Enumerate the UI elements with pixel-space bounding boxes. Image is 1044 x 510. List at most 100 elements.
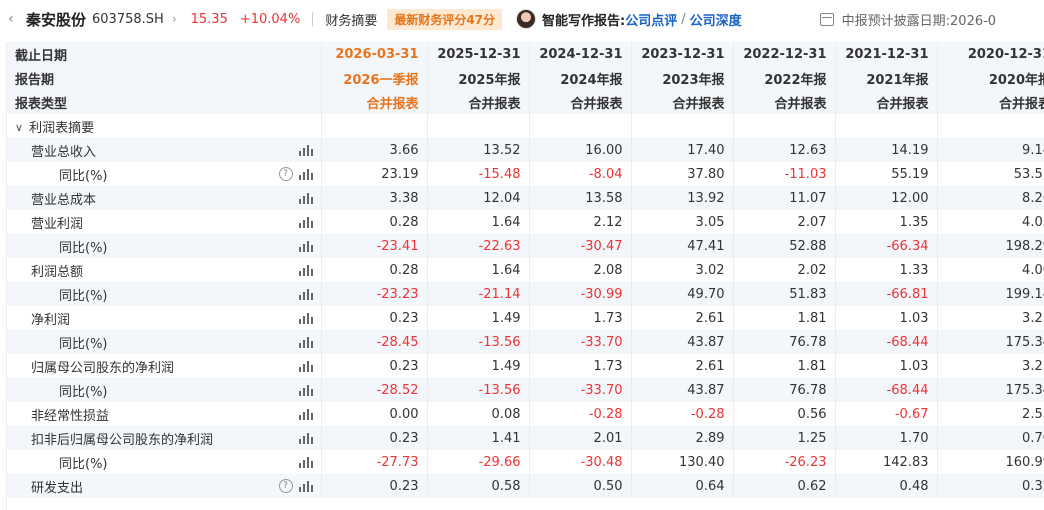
row-label-cell: 营业总收入 [7,138,321,162]
value-cell: 1.49 [426,354,529,378]
value-cell: 1.03 [834,306,937,330]
row-label-cell: 同比(%)? [7,162,321,186]
section-empty-cell [426,114,529,138]
value-cell: 142.83 [834,450,937,474]
bar-chart-icon[interactable] [298,144,313,156]
column-header-type: 合并报表 [528,90,631,114]
column-header-period: 2024年报 [528,66,631,90]
table-row[interactable]: 同比(%) -28.52 -13.56 -33.70 43.87 76.78 -68.44 1… [7,378,1044,402]
help-icon[interactable]: ? [278,479,293,493]
value-cell: 13.58 [528,186,631,210]
bar-chart-icon[interactable] [298,408,313,420]
company-review-link[interactable]: 公司点评 [625,10,677,29]
bar-chart-icon[interactable] [298,288,313,300]
value-cell: 13.52 [426,138,529,162]
chevron-down-icon[interactable]: ∨ [15,121,23,134]
table-row[interactable]: 营业利润 0.281.642.123.052.071.354.03 [7,210,1044,234]
table-row[interactable]: 同比(%)? 23.19 -15.48 -8.04 37.80 -11.03 55.19 53… [7,162,1044,186]
table-row[interactable]: 非经常性损益0.000.08-0.28-0.280.56-0.672.55 [7,402,1044,426]
table-row[interactable]: 归属母公司股东的净利润 0.231.491.732.611.811.033.25 [7,354,1044,378]
bar-chart-icon[interactable] [298,384,313,396]
chevron-right-icon[interactable]: › [172,12,177,26]
bar-chart-icon[interactable] [298,240,313,252]
financial-summary-panel: 截止日期 2026-03-31 2025-12-31 2024-12-31 2023-1… [6,42,1044,510]
value-cell: 16.00 [528,138,631,162]
value-cell: 2.55 [936,402,1044,426]
row-icons [298,384,313,396]
bar-chart-icon[interactable] [298,216,313,228]
bar-chart-icon[interactable] [298,312,313,324]
value-cell: 43.87 [630,378,733,402]
row-icons [298,240,313,252]
bar-chart-icon[interactable] [298,192,313,204]
bar-chart-icon[interactable] [298,480,313,492]
table-row[interactable]: 利润总额 0.281.642.083.022.021.334.00 [7,258,1044,282]
row-icons [298,144,313,156]
value-cell: 76.78 [732,378,835,402]
value-cell: 12.04 [426,186,529,210]
value-cell: 0.56 [732,402,835,426]
bar-chart-icon[interactable] [298,336,313,348]
divider [312,12,314,26]
value-cell: 198.29 [936,234,1044,258]
row-icons [298,264,313,276]
value-cell: 47.41 [630,234,733,258]
bar-chart-icon[interactable] [298,168,313,180]
value-cell: 2.02 [732,258,835,282]
table-row[interactable]: 同比(%) -28.45 -13.56 -33.70 43.87 76.78 -68.44 1… [7,330,1044,354]
back-arrow-icon[interactable]: ‹ [8,11,24,27]
value-cell: -33.70 [528,330,631,354]
column-header-type: 合并报表 [630,90,733,114]
value-cell: 130.40 [630,450,733,474]
table-row[interactable]: 营业总成本 3.3812.0413.5813.9211.0712.008.26 [7,186,1044,210]
row-label-cell: 同比(%) [7,378,321,402]
value-cell: 199.14 [936,282,1044,306]
value-cell: 1.03 [834,354,937,378]
table-row[interactable]: 同比(%) -23.23 -21.14 -30.99 49.70 51.83 -66.81 1… [7,282,1044,306]
help-icon[interactable]: ? [278,167,293,181]
column-header-type: 合并报表 [320,90,427,114]
value-cell: -66.34 [834,234,937,258]
table-row[interactable]: 营业总收入 3.6613.5216.0017.4012.6314.199.14 [7,138,1044,162]
row-label: 同比(%) [59,336,108,352]
financial-score-badge[interactable]: 最新财务评分47分 [387,8,503,30]
row-label-cell: 同比(%) [7,450,321,474]
header-label: 报告期 [7,66,321,90]
value-cell: 0.58 [426,474,529,498]
table-row[interactable]: 扣非后归属母公司股东的净利润 0.23 1.41 2.01 2.89 1.25 1.70 0.… [7,426,1044,450]
table-row[interactable]: 净利润 0.231.491.732.611.811.033.25 [7,306,1044,330]
table-row[interactable]: 同比(%) -23.41 -22.63 -30.47 47.41 52.88 -66.34 1… [7,234,1044,258]
row-label: 同比(%) [59,288,108,304]
value-cell: 37.80 [630,162,733,186]
row-icons [298,408,313,420]
value-cell: -30.47 [528,234,631,258]
value-cell: 55.19 [834,162,937,186]
table-row[interactable]: 研发支出?0.230.580.500.640.620.480.32 [7,474,1044,498]
row-label-cell: 同比(%) [7,282,321,306]
row-label: 营业总成本 [31,192,97,208]
header-label: 报表类型 [7,90,321,114]
section-empty-cell [732,114,835,138]
value-cell: 0.23 [320,474,427,498]
bar-chart-icon[interactable] [298,264,313,276]
column-header-date: 2025-12-31 [426,42,529,66]
bar-chart-icon[interactable] [298,432,313,444]
bar-chart-icon[interactable] [298,360,313,372]
value-cell: 12.63 [732,138,835,162]
section-row[interactable]: ∨ 利润表摘要 [7,114,1044,138]
tab-financial-summary[interactable]: 财务摘要 [325,10,377,29]
bar-chart-icon[interactable] [298,456,313,468]
column-header-period: 2022年报 [732,66,835,90]
table-row[interactable]: 同比(%) -27.73 -29.66 -30.48 130.40 -26.23 142.8… [7,450,1044,474]
row-icons [298,432,313,444]
header-row-date: 截止日期 2026-03-31 2025-12-31 2024-12-31 2023-1… [7,42,1044,66]
value-cell: 0.50 [528,474,631,498]
row-icons [298,192,313,204]
value-cell: 53.51 [936,162,1044,186]
row-icons [298,288,313,300]
header-label: 截止日期 [7,42,321,66]
value-cell: 1.70 [834,426,937,450]
value-cell: -13.56 [426,378,529,402]
row-label: 非经常性损益 [31,408,110,424]
company-depth-link[interactable]: 公司深度 [690,10,742,29]
